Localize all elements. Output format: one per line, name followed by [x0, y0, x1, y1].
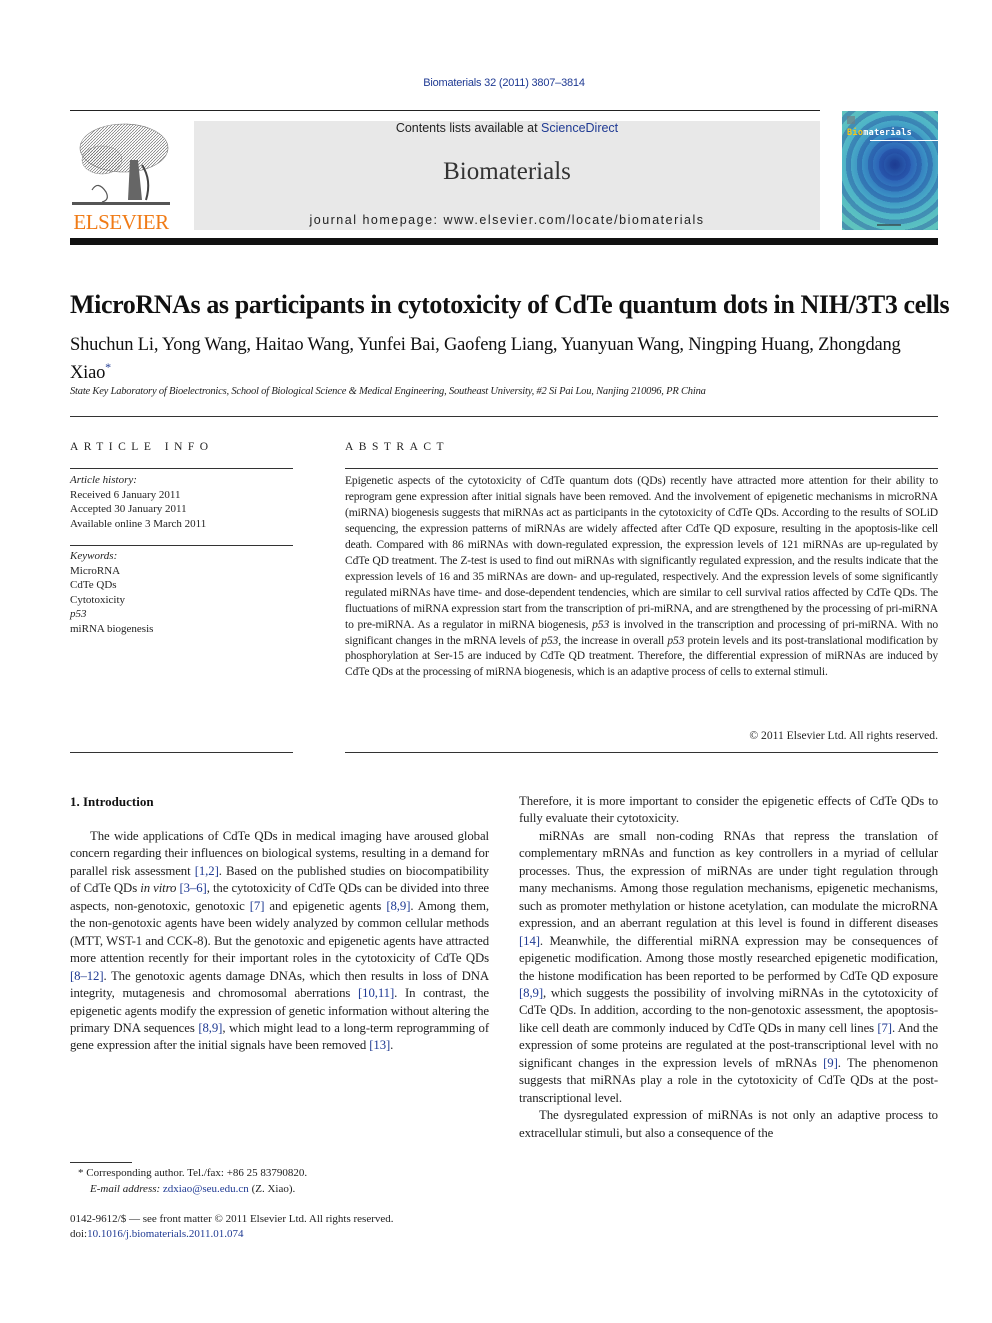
journal-homepage-link[interactable]: www.elsevier.com/locate/biomaterials: [444, 213, 705, 227]
cover-title: Biomaterials: [847, 128, 913, 138]
cover-publisher-icon: [847, 116, 855, 124]
author-list: Shuchun Li, Yong Wang, Haitao Wang, Yunf…: [70, 334, 940, 384]
citation-link[interactable]: [8,9]: [519, 986, 543, 1000]
journal-name: Biomaterials: [443, 158, 571, 185]
email-line: E-mail address: zdxiao@seu.edu.cn (Z. Xi…: [90, 1183, 296, 1195]
citation-link[interactable]: [8,9]: [198, 1021, 222, 1035]
citation-link[interactable]: [8–12]: [70, 969, 104, 983]
citation-link[interactable]: [10,11]: [358, 986, 394, 1000]
keywords: Keywords: MicroRNA CdTe QDs Cytotoxicity…: [70, 549, 293, 636]
journal-citation-link[interactable]: Biomaterials 32 (2011) 3807–3814: [0, 77, 992, 89]
citation-link[interactable]: [7]: [877, 1021, 892, 1035]
issn-line: 0142-9612/$ — see front matter © 2011 El…: [70, 1213, 394, 1225]
article-title: MicroRNAs as participants in cytotoxicit…: [70, 290, 950, 319]
corresponding-author-mark[interactable]: *: [105, 360, 111, 374]
corresponding-author-note: * Corresponding author. Tel./fax: +86 25…: [78, 1167, 308, 1179]
citation-link[interactable]: [9]: [823, 1056, 838, 1070]
sciencedirect-link[interactable]: ScienceDirect: [541, 121, 618, 135]
keyword: CdTe QDs: [70, 579, 117, 591]
abstract-text: Epigenetic aspects of the cytotoxicity o…: [345, 474, 938, 679]
body-paragraph: Therefore, it is more important to consi…: [519, 794, 938, 826]
contents-prefix: Contents lists available at: [395, 121, 542, 135]
keyword: MicroRNA: [70, 564, 121, 577]
citation-link[interactable]: [8,9]: [386, 899, 410, 913]
section-heading-introduction: 1. Introduction: [70, 794, 154, 809]
homepage-prefix: journal homepage:: [309, 213, 444, 227]
article-info-heading: ARTICLE INFO: [70, 441, 214, 453]
elsevier-tree-icon: [72, 123, 170, 205]
footnote-rule: [70, 1162, 132, 1163]
keywords-label: Keywords:: [70, 550, 118, 562]
abstract-rule: [345, 468, 938, 469]
article-info-rule: [70, 468, 293, 469]
journal-homepage-line: journal homepage: www.elsevier.com/locat…: [194, 213, 820, 227]
article-info-bottom-rule: [70, 752, 293, 753]
abstract-bottom-rule: [345, 752, 938, 753]
citation-link[interactable]: [3–6]: [180, 881, 207, 895]
keyword: miRNA biogenesis: [70, 622, 154, 635]
elsevier-wordmark: ELSEVIER: [73, 210, 169, 234]
doi-link[interactable]: 10.1016/j.biomaterials.2011.01.074: [87, 1228, 243, 1240]
contents-available-line: Contents lists available at ScienceDirec…: [194, 121, 820, 135]
cover-divider: [870, 140, 938, 141]
header-top-rule: [70, 110, 820, 111]
email-link[interactable]: zdxiao@seu.edu.cn: [163, 1183, 249, 1195]
cover-footer-mark: [877, 224, 901, 226]
body-column-right: Therefore, it is more important to consi…: [519, 793, 938, 1142]
keywords-rule: [70, 545, 293, 546]
affiliation-rule: [70, 416, 938, 417]
keyword: p53: [70, 608, 87, 620]
article-history: Article history: Received 6 January 2011…: [70, 473, 293, 531]
elsevier-logo[interactable]: ELSEVIER: [70, 120, 172, 234]
doi-line: doi:10.1016/j.biomaterials.2011.01.074: [70, 1228, 244, 1240]
citation-link[interactable]: [7]: [250, 899, 265, 913]
affiliation: State Key Laboratory of Bioelectronics, …: [70, 386, 706, 397]
authors-text: Shuchun Li, Yong Wang, Haitao Wang, Yunf…: [70, 335, 901, 384]
front-matter: 0142-9612/$ — see front matter © 2011 El…: [70, 1212, 510, 1242]
body-column-left: The wide applications of CdTe QDs in med…: [70, 828, 489, 1055]
history-online: Available online 3 March 2011: [70, 517, 207, 530]
body-paragraph: The wide applications of CdTe QDs in med…: [70, 829, 490, 1053]
body-paragraph: miRNAs are small non-coding RNAs that re…: [519, 828, 938, 1105]
header-bottom-rule: [70, 238, 938, 245]
citation-link[interactable]: [1,2]: [195, 864, 219, 878]
citation-link[interactable]: [14]: [519, 934, 540, 948]
history-accepted: Accepted 30 January 2011: [70, 503, 187, 515]
abstract-copyright: © 2011 Elsevier Ltd. All rights reserved…: [749, 729, 938, 742]
body-paragraph: The dysregulated expression of miRNAs is…: [519, 1108, 938, 1140]
journal-cover-image[interactable]: Biomaterials: [842, 111, 938, 230]
history-label: Article history:: [70, 474, 137, 486]
history-received: Received 6 January 2011: [70, 488, 181, 501]
abstract-heading: ABSTRACT: [345, 441, 450, 453]
keyword: Cytotoxicity: [70, 593, 125, 606]
footnote: * Corresponding author. Tel./fax: +86 25…: [78, 1165, 498, 1197]
journal-header-band: Contents lists available at ScienceDirec…: [194, 121, 820, 230]
citation-link[interactable]: [13]: [369, 1038, 390, 1052]
